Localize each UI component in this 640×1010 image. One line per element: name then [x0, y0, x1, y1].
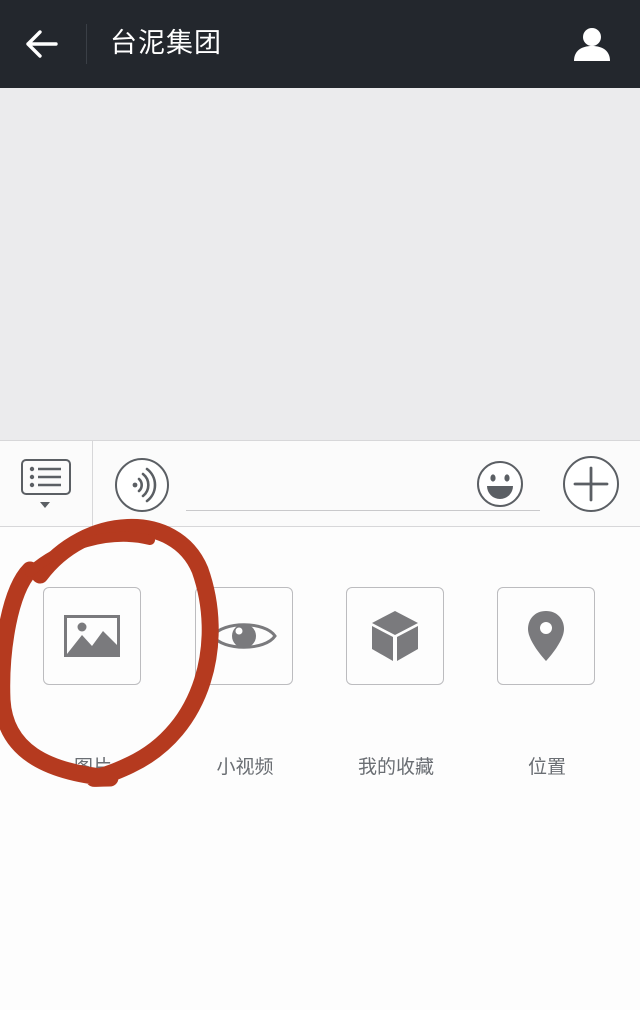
- list-icon: [21, 459, 71, 495]
- message-area[interactable]: [0, 88, 640, 440]
- back-button[interactable]: [18, 22, 66, 66]
- short-video-label: 小视频: [216, 756, 274, 778]
- profile-button[interactable]: [570, 24, 614, 64]
- photo-label: 图片: [73, 756, 112, 778]
- chat-title: 台泥集团: [110, 28, 222, 59]
- location-label: 位置: [527, 756, 566, 778]
- voice-button[interactable]: [114, 457, 170, 513]
- menu-toggle-button[interactable]: [0, 441, 93, 526]
- emoji-button[interactable]: [476, 460, 524, 508]
- location-pin-icon: [528, 611, 564, 661]
- header-divider: [86, 24, 87, 64]
- voice-icon: [115, 458, 169, 512]
- eye-icon: [211, 623, 277, 649]
- favorites-label: 我的收藏: [357, 756, 434, 778]
- location-tile[interactable]: [497, 587, 595, 685]
- smiley-icon: [477, 461, 523, 507]
- photo-tool[interactable]: 图片: [43, 587, 143, 778]
- short-video-tile[interactable]: [195, 587, 293, 685]
- person-icon: [574, 28, 610, 61]
- image-icon: [64, 615, 120, 657]
- cube-icon: [372, 611, 418, 661]
- favorites-tool[interactable]: 我的收藏: [346, 587, 446, 778]
- more-options-button[interactable]: [562, 455, 620, 513]
- favorites-tile[interactable]: [346, 587, 444, 685]
- caret-down-icon: [40, 502, 50, 508]
- arrow-left-icon: [26, 30, 58, 58]
- input-bar: [0, 440, 640, 527]
- location-tool[interactable]: 位置: [497, 587, 597, 778]
- plus-icon: [563, 456, 619, 512]
- attachment-panel: 图片 小视频 我的收藏 位置: [0, 527, 640, 1010]
- short-video-tool[interactable]: 小视频: [195, 587, 295, 778]
- top-bar: 台泥集团: [0, 0, 640, 88]
- photo-tile[interactable]: [43, 587, 141, 685]
